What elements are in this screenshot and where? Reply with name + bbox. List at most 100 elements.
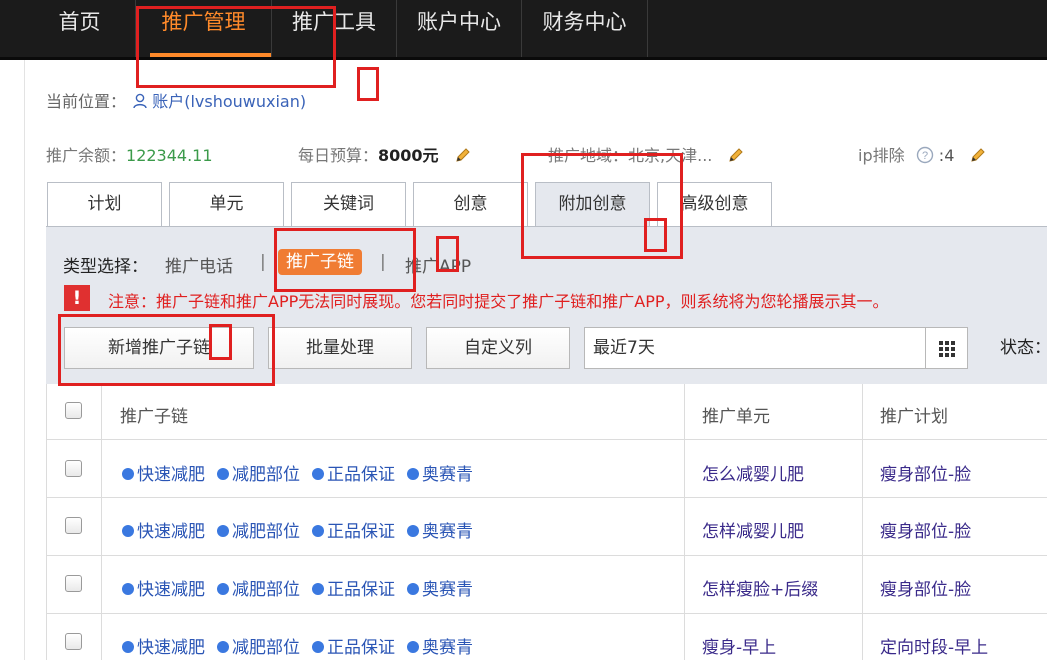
bullet-icon bbox=[122, 525, 134, 537]
bullet-icon bbox=[312, 583, 324, 595]
sublink-list: 快速减肥 减肥部位 正品保证 奥赛青 bbox=[122, 460, 485, 485]
type-option-phone[interactable]: 推广电话 bbox=[165, 252, 233, 277]
bullet-icon bbox=[122, 583, 134, 595]
plan-link[interactable]: 瘦身部位-脸 bbox=[880, 575, 971, 600]
column-header-sublink[interactable]: 推广子链 bbox=[120, 402, 188, 427]
type-separator: | bbox=[260, 252, 266, 272]
balance-value: 122344.11 bbox=[126, 146, 213, 165]
breadcrumb-prefix: 当前位置： bbox=[46, 92, 127, 111]
column-divider bbox=[684, 384, 685, 660]
left-divider bbox=[24, 60, 25, 660]
sublink-item[interactable]: 奥赛青 bbox=[407, 465, 473, 485]
nav-home[interactable]: 首页 bbox=[24, 0, 136, 57]
sublink-item[interactable]: 快速减肥 bbox=[122, 580, 205, 600]
sublink-item[interactable]: 快速减肥 bbox=[122, 465, 205, 485]
sublink-item[interactable]: 奥赛青 bbox=[407, 638, 473, 658]
ip-value: :4 bbox=[938, 146, 955, 165]
tab-creative[interactable]: 创意 bbox=[413, 182, 528, 226]
row-checkbox[interactable] bbox=[65, 633, 82, 650]
nav-finance-center[interactable]: 财务中心 bbox=[522, 0, 648, 57]
unit-link[interactable]: 怎样瘦脸+后缀 bbox=[702, 575, 818, 600]
sublink-item[interactable]: 减肥部位 bbox=[217, 638, 300, 658]
warning-text: 注意：推广子链和推广APP无法同时展现。您若同时提交了推广子链和推广APP，则系… bbox=[108, 292, 889, 311]
bullet-icon bbox=[312, 525, 324, 537]
budget-label: 每日预算： bbox=[298, 146, 379, 165]
status-filter-label: 状态： bbox=[1000, 338, 1047, 358]
row-checkbox[interactable] bbox=[65, 460, 82, 477]
account-label: 账户 bbox=[152, 92, 185, 111]
tab-unit[interactable]: 单元 bbox=[169, 182, 284, 226]
bullet-icon bbox=[407, 583, 419, 595]
nav-account-center[interactable]: 账户中心 bbox=[397, 0, 522, 57]
type-select-label: 类型选择： bbox=[63, 257, 148, 277]
custom-columns-button[interactable]: 自定义列 bbox=[426, 327, 570, 369]
bullet-icon bbox=[407, 641, 419, 653]
sublink-item[interactable]: 减肥部位 bbox=[217, 465, 300, 485]
annotation-box bbox=[58, 314, 275, 386]
edit-ip-icon[interactable] bbox=[969, 146, 987, 164]
bullet-icon bbox=[122, 468, 134, 480]
unit-link[interactable]: 瘦身-早上 bbox=[702, 633, 776, 658]
sublink-item[interactable]: 快速减肥 bbox=[122, 638, 205, 658]
unit-link[interactable]: 怎么减婴儿肥 bbox=[702, 460, 804, 485]
bullet-icon bbox=[407, 468, 419, 480]
sublink-list: 快速减肥 减肥部位 正品保证 奥赛青 bbox=[122, 517, 485, 542]
bullet-icon bbox=[217, 525, 229, 537]
bullet-icon bbox=[122, 641, 134, 653]
sublink-item[interactable]: 正品保证 bbox=[312, 522, 395, 542]
unit-link[interactable]: 怎样减婴儿肥 bbox=[702, 517, 804, 542]
help-icon[interactable]: ? bbox=[916, 146, 934, 164]
sublink-item[interactable]: 奥赛青 bbox=[407, 522, 473, 542]
edit-budget-icon[interactable] bbox=[454, 146, 472, 164]
tab-keyword[interactable]: 关键词 bbox=[291, 182, 406, 226]
warning-icon: ! bbox=[64, 285, 90, 311]
plan-link[interactable]: 定向时段-早上 bbox=[880, 633, 988, 658]
budget-value: 8000元 bbox=[378, 146, 439, 165]
sublink-item[interactable]: 奥赛青 bbox=[407, 580, 473, 600]
edit-region-icon[interactable] bbox=[727, 146, 745, 164]
sublink-item[interactable]: 减肥部位 bbox=[217, 522, 300, 542]
sublink-list: 快速减肥 减肥部位 正品保证 奥赛青 bbox=[122, 575, 485, 600]
grid-icon bbox=[939, 341, 955, 357]
bullet-icon bbox=[217, 468, 229, 480]
sublink-item[interactable]: 正品保证 bbox=[312, 580, 395, 600]
row-checkbox[interactable] bbox=[65, 575, 82, 592]
annotation-box bbox=[357, 67, 379, 101]
annotation-box bbox=[644, 218, 667, 252]
column-header-plan[interactable]: 推广计划 bbox=[880, 402, 948, 427]
breadcrumb: 当前位置： 账户(lvshouwuxian) bbox=[46, 88, 306, 112]
svg-text:?: ? bbox=[922, 150, 928, 162]
ip-exclusion-stat: ip排除 ? :4 bbox=[858, 142, 987, 166]
bullet-icon bbox=[312, 641, 324, 653]
annotation-box bbox=[136, 6, 336, 88]
account-link[interactable]: 账户(lvshouwuxian) bbox=[152, 92, 306, 111]
row-checkbox[interactable] bbox=[65, 517, 82, 534]
bullet-icon bbox=[217, 583, 229, 595]
plan-link[interactable]: 瘦身部位-脸 bbox=[880, 517, 971, 542]
column-header-unit[interactable]: 推广单元 bbox=[702, 402, 770, 427]
date-picker-button[interactable] bbox=[926, 327, 968, 369]
annotation-box bbox=[274, 228, 416, 292]
column-divider bbox=[101, 384, 102, 660]
tab-plan[interactable]: 计划 bbox=[47, 182, 162, 226]
sublink-list: 快速减肥 减肥部位 正品保证 奥赛青 bbox=[122, 633, 485, 658]
budget-stat: 每日预算：8000元 bbox=[298, 142, 472, 166]
bullet-icon bbox=[407, 525, 419, 537]
bullet-icon bbox=[312, 468, 324, 480]
column-divider bbox=[46, 384, 47, 660]
user-icon bbox=[133, 93, 147, 109]
date-range-input[interactable]: 最近7天 bbox=[584, 327, 926, 369]
account-name: (lvshouwuxian) bbox=[184, 92, 307, 111]
sublink-item[interactable]: 减肥部位 bbox=[217, 580, 300, 600]
balance-label: 推广余额： bbox=[46, 146, 127, 165]
ip-label: ip排除 bbox=[858, 146, 905, 165]
balance-stat: 推广余额：122344.11 bbox=[46, 142, 213, 166]
annotation-box bbox=[436, 236, 459, 272]
sublink-item[interactable]: 快速减肥 bbox=[122, 522, 205, 542]
batch-process-button[interactable]: 批量处理 bbox=[268, 327, 412, 369]
plan-link[interactable]: 瘦身部位-脸 bbox=[880, 460, 971, 485]
sublink-item[interactable]: 正品保证 bbox=[312, 465, 395, 485]
select-all-checkbox[interactable] bbox=[65, 402, 82, 419]
bullet-icon bbox=[217, 641, 229, 653]
sublink-item[interactable]: 正品保证 bbox=[312, 638, 395, 658]
